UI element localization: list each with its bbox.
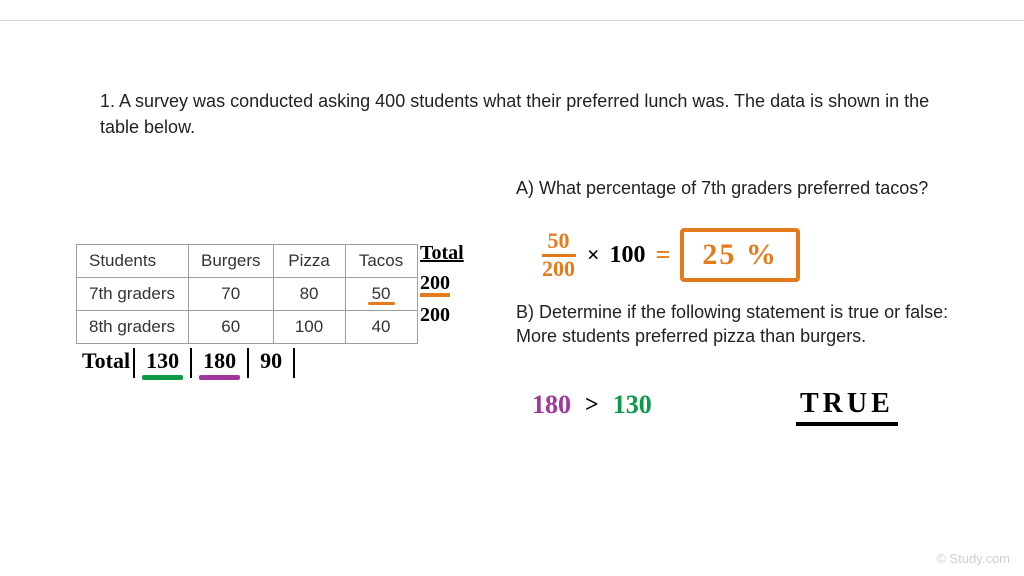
- col-total-tacos: 90: [252, 348, 290, 374]
- cell: 40: [345, 311, 417, 344]
- cell-highlighted: 50: [345, 278, 417, 311]
- total-label: Total: [82, 348, 130, 374]
- watermark: © Study.com: [936, 551, 1010, 566]
- col-pizza: Pizza: [273, 245, 345, 278]
- part-a-prompt: A) What percentage of 7th graders prefer…: [516, 176, 966, 200]
- col-total-pizza: 180: [195, 348, 244, 374]
- value-burgers: 130: [613, 390, 652, 420]
- denominator: 200: [540, 257, 577, 281]
- table-header-row: Students Burgers Pizza Tacos: [77, 245, 418, 278]
- divider-icon: [190, 348, 192, 378]
- cell: 60: [189, 311, 274, 344]
- divider: [0, 20, 1024, 21]
- row-label: 8th graders: [77, 311, 189, 344]
- row-total-annotation: Total 130 180 90: [82, 348, 298, 374]
- data-table: Students Burgers Pizza Tacos 7th graders…: [76, 244, 418, 344]
- cell: 80: [273, 278, 345, 311]
- row-label: 7th graders: [77, 278, 189, 311]
- divider-icon: [247, 348, 249, 378]
- part-b-work: 180 > 130: [532, 390, 652, 420]
- question-text: 1. A survey was conducted asking 400 stu…: [100, 88, 940, 140]
- col-students: Students: [77, 245, 189, 278]
- divider-icon: [293, 348, 295, 378]
- greater-than-icon: >: [585, 392, 599, 419]
- value-pizza: 180: [532, 390, 571, 420]
- equals-icon: =: [656, 240, 671, 270]
- question-number: 1.: [100, 91, 115, 111]
- row-total-8th: 200: [420, 304, 464, 327]
- col-total-burgers: 130: [138, 348, 187, 374]
- row-total-7th: 200: [420, 273, 450, 297]
- part-b-answer: TRUE: [796, 388, 898, 426]
- column-total-annotation: Total 200 200: [420, 242, 464, 327]
- cell: 100: [273, 311, 345, 344]
- fraction: 50 200: [540, 229, 577, 280]
- col-tacos: Tacos: [345, 245, 417, 278]
- part-a-answer: 25 %: [680, 228, 800, 282]
- table-row: 8th graders 60 100 40: [77, 311, 418, 344]
- table-row: 7th graders 70 80 50: [77, 278, 418, 311]
- question-body: A survey was conducted asking 400 studen…: [100, 91, 929, 137]
- total-label: Total: [420, 242, 464, 265]
- numerator: 50: [542, 229, 576, 256]
- hundred: 100: [610, 242, 646, 269]
- divider-icon: [133, 348, 135, 378]
- cell: 70: [189, 278, 274, 311]
- part-a-work: 50 200 × 100 = 25 %: [540, 228, 800, 282]
- multiply-icon: ×: [587, 242, 600, 268]
- part-b-prompt: B) Determine if the following statement …: [516, 300, 976, 349]
- col-burgers: Burgers: [189, 245, 274, 278]
